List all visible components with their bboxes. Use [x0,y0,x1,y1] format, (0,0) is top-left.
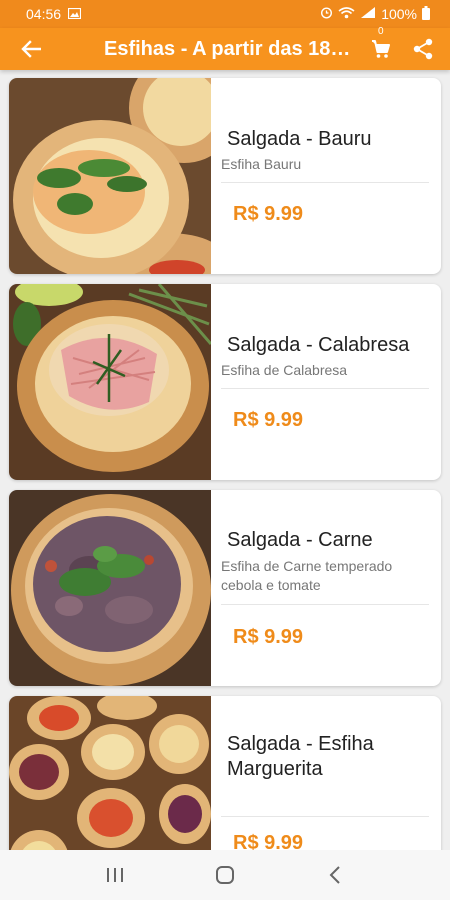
product-price: R$ 9.99 [233,203,304,225]
recent-apps-icon [107,868,123,882]
back-button[interactable] [0,28,62,70]
product-list[interactable]: Salgada - Bauru Esfiha Bauru R$ 9.99 Sal… [0,70,450,850]
product-image [9,490,211,686]
product-card[interactable]: Salgada - Carne Esfiha de Carne temperad… [9,490,441,686]
product-price: R$ 9.99 [233,409,304,431]
product-title: Salgada - Calabresa [227,334,410,356]
divider [221,388,429,389]
share-icon [413,38,433,60]
product-card[interactable]: Salgada - Bauru Esfiha Bauru R$ 9.99 [9,78,441,274]
alarm-icon [320,6,333,22]
product-description: Esfiha de Calabresa [221,362,348,378]
product-title: Salgada - Bauru [227,128,372,150]
product-card[interactable]: Salgada - Esfiha Marguerita R$ 9.99 [9,696,441,850]
divider [221,604,429,605]
page-title: Esfihas - A partir das 18 horas [104,37,354,60]
cart-icon [372,40,390,58]
divider [221,182,429,183]
app-bar: Esfihas - A partir das 18 horas 0 [0,26,450,70]
back-arrow-icon [21,40,41,58]
product-description: Esfiha Bauru [221,156,302,172]
product-image [9,78,211,274]
product-title: Salgada - Carne [227,529,373,551]
product-description: Esfiha de Carne temperado cebola e tomat… [221,558,393,593]
status-bar: 04:56 100% [0,0,450,28]
share-button[interactable] [402,28,444,70]
product-card[interactable]: Salgada - Calabresa Esfiha de Calabresa … [9,284,441,480]
status-time: 04:56 [26,6,62,22]
battery-percentage: 100% [381,6,417,22]
battery-icon [422,5,430,23]
cart-button[interactable]: 0 [360,26,402,70]
recent-apps-button[interactable] [95,855,135,895]
back-nav-icon [329,866,340,884]
system-navigation-bar [0,850,450,900]
product-image [9,284,211,480]
gallery-icon [67,6,82,22]
product-title: Salgada - Esfiha Marguerita [227,733,374,780]
divider [221,816,429,817]
back-nav-button[interactable] [315,855,355,895]
product-price: R$ 9.99 [233,626,304,648]
home-button[interactable] [205,855,245,895]
product-price: R$ 9.99 [233,832,304,850]
cart-count-badge: 0 [378,26,384,37]
signal-icon [360,6,376,22]
home-icon [216,866,234,884]
product-image [9,696,211,850]
wifi-icon [338,6,355,22]
